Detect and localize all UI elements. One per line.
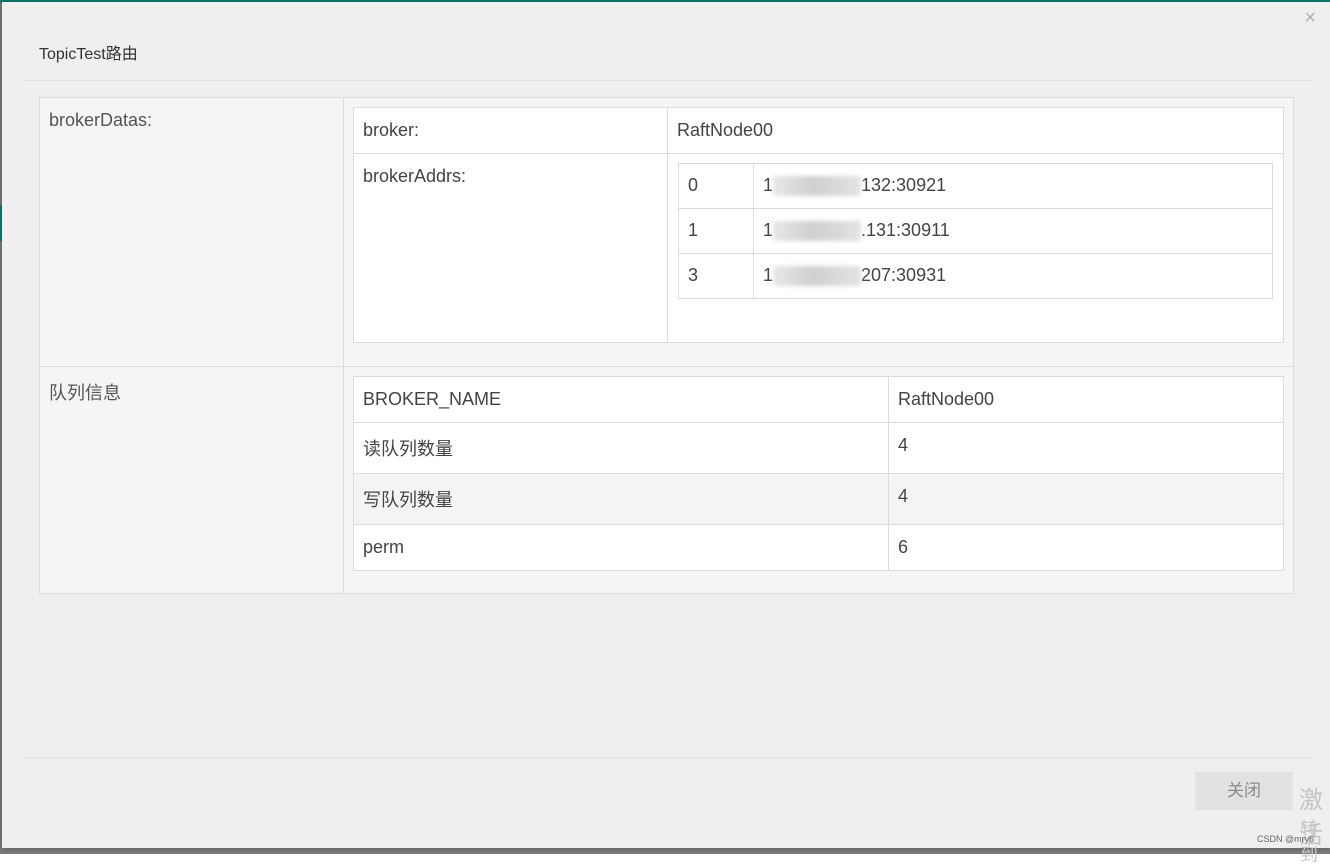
broker-value: RaftNode00 xyxy=(667,107,1284,154)
addr-value: 1 .131:30911 xyxy=(753,208,1273,254)
addr-row: 0 1 132:30921 xyxy=(678,163,1273,209)
close-icon[interactable]: × xyxy=(1304,6,1316,30)
addr-suffix: 132:30921 xyxy=(861,175,947,195)
addr-index: 0 xyxy=(678,163,754,209)
topic-route-dialog: × TopicTest路由 brokerDatas: broker: RaftN… xyxy=(2,2,1330,848)
addr-row: 1 1 .131:30911 xyxy=(678,208,1273,254)
queue-row: 读队列数量 4 xyxy=(353,422,1284,474)
queue-key: BROKER_NAME xyxy=(353,376,889,423)
broker-datas-label: brokerDatas: xyxy=(39,97,344,367)
route-table: brokerDatas: broker: RaftNode00 brokerAd… xyxy=(39,97,1294,594)
addr-index: 1 xyxy=(678,208,754,254)
queue-row: 写队列数量 4 xyxy=(353,473,1284,525)
broker-datas-value: broker: RaftNode00 brokerAddrs: 0 1 132:… xyxy=(343,97,1294,367)
queue-key: perm xyxy=(353,524,889,571)
queue-row: BROKER_NAME RaftNode00 xyxy=(353,376,1284,423)
queue-key: 写队列数量 xyxy=(353,473,889,525)
addr-prefix: 1 xyxy=(763,265,774,285)
broker-key: broker: xyxy=(353,107,668,154)
close-button[interactable]: 关闭 xyxy=(1195,772,1293,810)
addr-prefix: 1 xyxy=(763,220,774,240)
broker-addrs-row: brokerAddrs: 0 1 132:30921 1 1 .131:3091… xyxy=(353,153,1284,343)
broker-row: broker: RaftNode00 xyxy=(353,107,1284,154)
addr-row: 3 1 207:30931 xyxy=(678,253,1273,299)
addr-value: 1 132:30921 xyxy=(753,163,1273,209)
queue-row: perm 6 xyxy=(353,524,1284,571)
queue-value: RaftNode00 xyxy=(888,376,1284,423)
queue-value: 4 xyxy=(888,422,1284,474)
queue-key: 读队列数量 xyxy=(353,422,889,474)
redacted-ip xyxy=(773,176,862,197)
queue-info-table: BROKER_NAME RaftNode00 读队列数量 4 写队列数量 4 p… xyxy=(353,376,1284,571)
footer-divider xyxy=(22,757,1312,758)
queue-info-row: 队列信息 BROKER_NAME RaftNode00 读队列数量 4 写队列数… xyxy=(39,366,1294,594)
queue-value: 4 xyxy=(888,473,1284,525)
addr-index: 3 xyxy=(678,253,754,299)
addr-value: 1 207:30931 xyxy=(753,253,1273,299)
queue-value: 6 xyxy=(888,524,1284,571)
broker-addrs-key: brokerAddrs: xyxy=(353,153,668,343)
broker-table: broker: RaftNode00 brokerAddrs: 0 1 132:… xyxy=(353,107,1284,343)
credit-watermark: CSDN @mry6 xyxy=(1257,834,1315,844)
queue-info-label: 队列信息 xyxy=(39,366,344,594)
queue-info-value: BROKER_NAME RaftNode00 读队列数量 4 写队列数量 4 p… xyxy=(343,366,1294,594)
broker-datas-row: brokerDatas: broker: RaftNode00 brokerAd… xyxy=(39,97,1294,367)
broker-addrs-value: 0 1 132:30921 1 1 .131:30911 3 1 207:3093… xyxy=(667,153,1284,343)
title-divider xyxy=(22,80,1312,81)
redacted-ip xyxy=(773,221,862,242)
addr-suffix: .131:30911 xyxy=(861,220,950,240)
redacted-ip xyxy=(773,266,862,287)
broker-addrs-table: 0 1 132:30921 1 1 .131:30911 3 1 207:3093… xyxy=(678,163,1273,299)
addr-prefix: 1 xyxy=(763,175,774,195)
dialog-title: TopicTest路由 xyxy=(39,46,138,63)
addr-suffix: 207:30931 xyxy=(861,265,947,285)
